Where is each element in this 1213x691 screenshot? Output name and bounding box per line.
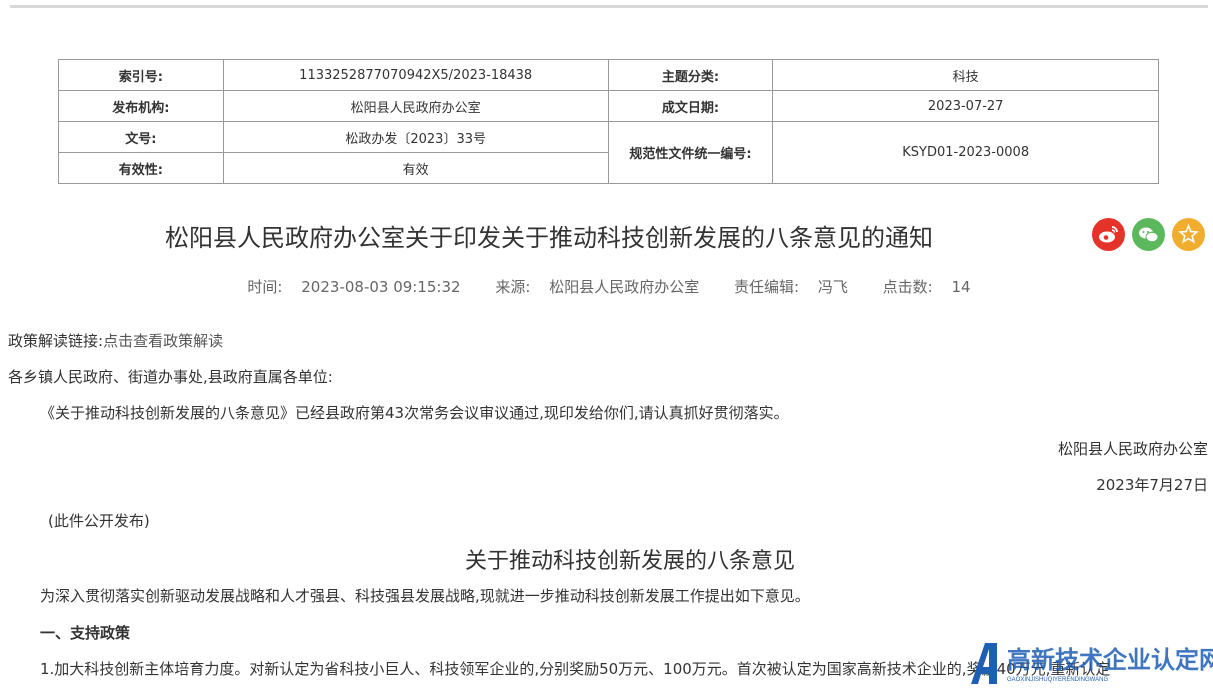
article-title: 松阳县人民政府办公室关于印发关于推动科技创新发展的八条意见的通知 bbox=[165, 224, 933, 252]
publisher-value: 松阳县人民政府办公室 bbox=[222, 90, 609, 122]
policy-interpretation-link[interactable]: 点击查看政策解读 bbox=[103, 332, 223, 350]
item-paragraph: 1.加大科技创新主体培育力度。对新认定为省科技小巨人、科技领军企业的,分别奖励5… bbox=[40, 660, 1111, 678]
meta-row: 索引号: 1133252877070942X5/2023-18438 主题分类:… bbox=[58, 59, 1159, 91]
watermark-logo-icon: 高新技术企业认定网 GAOXINJISHUQIYERENDINGWANG bbox=[971, 643, 1213, 684]
clicks-label: 点击数: bbox=[882, 278, 933, 296]
valid-value: 有效 bbox=[222, 152, 609, 184]
policy-link-row: 政策解读链接:点击查看政策解读 bbox=[8, 330, 223, 351]
code-value: KSYD01-2023-0008 bbox=[772, 121, 1159, 184]
docno-label: 文号: bbox=[58, 121, 224, 153]
signer: 松阳县人民政府办公室 bbox=[1057, 440, 1208, 458]
weibo-icon bbox=[1099, 226, 1118, 243]
sign-date: 2023年7月27日 bbox=[1096, 476, 1208, 494]
article-info-line: 时间: 2023-08-03 09:15:32 来源: 松阳县人民政府办公室 责… bbox=[0, 276, 1213, 297]
top-divider bbox=[10, 5, 1208, 8]
editor-label: 责任编辑: bbox=[734, 278, 800, 296]
wechat-icon bbox=[1139, 227, 1159, 243]
code-label: 规范性文件统一编号: bbox=[607, 121, 774, 184]
docno-value: 松政办发〔2023〕33号 bbox=[222, 121, 609, 153]
editor-value: 冯飞 bbox=[817, 278, 848, 296]
topic-label: 主题分类: bbox=[607, 59, 774, 91]
svg-text:GAOXINJISHUQIYERENDINGWANG: GAOXINJISHUQIYERENDINGWANG bbox=[1007, 677, 1108, 683]
source-value: 松阳县人民政府办公室 bbox=[549, 278, 700, 296]
publisher-label: 发布机构: bbox=[58, 90, 224, 122]
time-value: 2023-08-03 09:15:32 bbox=[301, 278, 461, 296]
valid-label: 有效性: bbox=[58, 152, 224, 184]
section-heading: 一、支持政策 bbox=[40, 624, 131, 642]
date-label: 成文日期: bbox=[607, 90, 774, 122]
public-note: (此件公开发布) bbox=[48, 512, 150, 530]
meta-row: 文号: 松政办发〔2023〕33号 规范性文件统一编号: KSYD01-2023… bbox=[58, 121, 1159, 184]
document-meta-table: 索引号: 1133252877070942X5/2023-18438 主题分类:… bbox=[58, 59, 1159, 184]
addressee: 各乡镇人民政府、街道办事处,县政府直属各单位: bbox=[8, 368, 333, 386]
svg-text:高新技术企业认定网: 高新技术企业认定网 bbox=[1007, 646, 1213, 674]
site-watermark: 高新技术企业认定网 GAOXINJISHUQIYERENDINGWANG bbox=[967, 640, 1213, 687]
source-label: 来源: bbox=[495, 278, 531, 296]
notice-paragraph: 《关于推动科技创新发展的八条意见》已经县政府第43次常务会议审议通过,现印发给你… bbox=[40, 404, 789, 422]
meta-row: 发布机构: 松阳县人民政府办公室 成文日期: 2023-07-27 bbox=[58, 90, 1159, 122]
clicks-value: 14 bbox=[951, 278, 971, 296]
date-value: 2023-07-27 bbox=[772, 90, 1159, 122]
opinion-title: 关于推动科技创新发展的八条意见 bbox=[464, 549, 795, 574]
star-icon bbox=[1178, 223, 1199, 244]
wechat-share-button[interactable] bbox=[1132, 218, 1165, 251]
time-label: 时间: bbox=[247, 278, 283, 296]
index-label: 索引号: bbox=[58, 59, 224, 91]
policy-link-label: 政策解读链接: bbox=[8, 332, 104, 350]
intro-paragraph: 为深入贯彻落实创新驱动发展战略和人才强县、科技强县发展战略,现就进一步推动科技创… bbox=[40, 587, 810, 605]
index-value: 1133252877070942X5/2023-18438 bbox=[222, 59, 609, 91]
favorite-button[interactable] bbox=[1172, 218, 1205, 251]
weibo-share-button[interactable] bbox=[1092, 218, 1125, 251]
topic-value: 科技 bbox=[772, 59, 1159, 91]
